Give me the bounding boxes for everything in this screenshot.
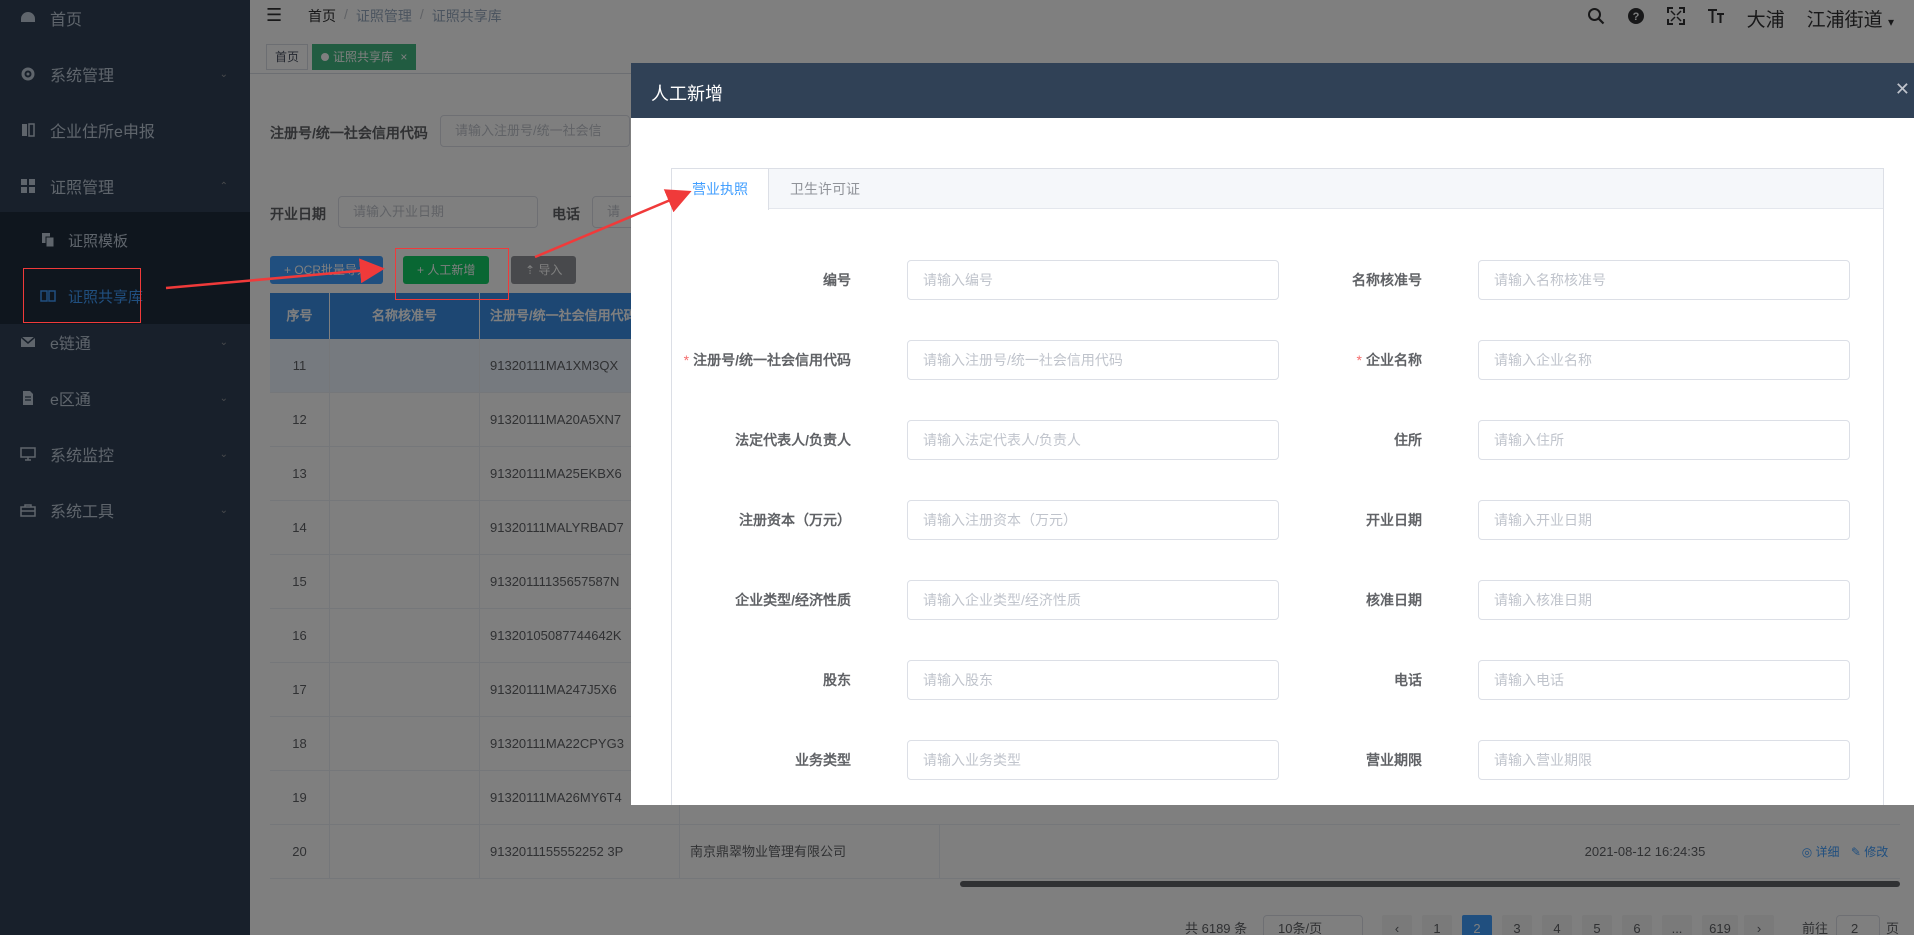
field-label-text: 名称核准号	[1352, 272, 1422, 288]
field-label: * 企业名称	[1202, 341, 1422, 379]
phone-input[interactable]: 请输入电话	[1478, 660, 1850, 700]
field-label-text: 核准日期	[1366, 592, 1422, 608]
dialog-header: 人工新增 ✕	[631, 63, 1914, 118]
field-label-text: 注册号/统一社会信用代码	[693, 352, 851, 368]
field-label: 企业类型/经济性质	[631, 581, 851, 619]
field-label: 法定代表人/负责人	[631, 421, 851, 459]
required-mark: *	[683, 352, 690, 368]
field-label-text: 编号	[823, 272, 851, 288]
required-mark: *	[1356, 352, 1362, 368]
field-label: 核准日期	[1202, 581, 1422, 619]
address-input[interactable]: 请输入住所	[1478, 420, 1850, 460]
business-term-input[interactable]: 请输入营业期限	[1478, 740, 1850, 780]
tab-health-permit[interactable]: 卫生许可证	[770, 169, 880, 209]
field-label-text: 电话	[1394, 672, 1422, 688]
company-name-input[interactable]: 请输入企业名称	[1478, 340, 1850, 380]
approval-date-input[interactable]: 请输入核准日期	[1478, 580, 1850, 620]
field-label: 开业日期	[1202, 501, 1422, 539]
field-label: 编号	[631, 261, 851, 299]
field-label: 名称核准号	[1202, 261, 1422, 299]
annotation-box-manual-add	[395, 248, 509, 300]
field-label: 注册资本（万元）	[631, 501, 851, 539]
field-label-text: 注册资本（万元）	[739, 512, 851, 528]
manual-add-dialog: 人工新增 ✕ 营业执照 卫生许可证 编号 请输入编号 名称核准号 请输入名称核准…	[631, 63, 1914, 805]
field-label-text: 企业名称	[1366, 352, 1422, 368]
close-icon[interactable]: ✕	[1895, 79, 1910, 100]
tabs-header: 营业执照 卫生许可证	[672, 169, 1883, 210]
field-label-text: 法定代表人/负责人	[735, 432, 851, 448]
open-date-input[interactable]: 请输入开业日期	[1478, 500, 1850, 540]
field-label: * 注册号/统一社会信用代码	[631, 341, 851, 379]
field-label: 营业期限	[1202, 741, 1422, 779]
field-label: 业务类型	[631, 741, 851, 779]
name-approval-input[interactable]: 请输入名称核准号	[1478, 260, 1850, 300]
field-label-text: 业务类型	[795, 752, 851, 768]
field-label-text: 企业类型/经济性质	[735, 592, 851, 608]
field-label-text: 开业日期	[1366, 512, 1422, 528]
field-label: 住所	[1202, 421, 1422, 459]
field-label-text: 股东	[823, 672, 851, 688]
field-label-text: 住所	[1394, 432, 1422, 448]
field-label: 电话	[1202, 661, 1422, 699]
annotation-box-library	[23, 268, 141, 323]
dialog-title: 人工新增	[651, 84, 723, 104]
field-label: 股东	[631, 661, 851, 699]
tab-business-license[interactable]: 营业执照	[672, 169, 769, 210]
field-label-text: 营业期限	[1366, 752, 1422, 768]
